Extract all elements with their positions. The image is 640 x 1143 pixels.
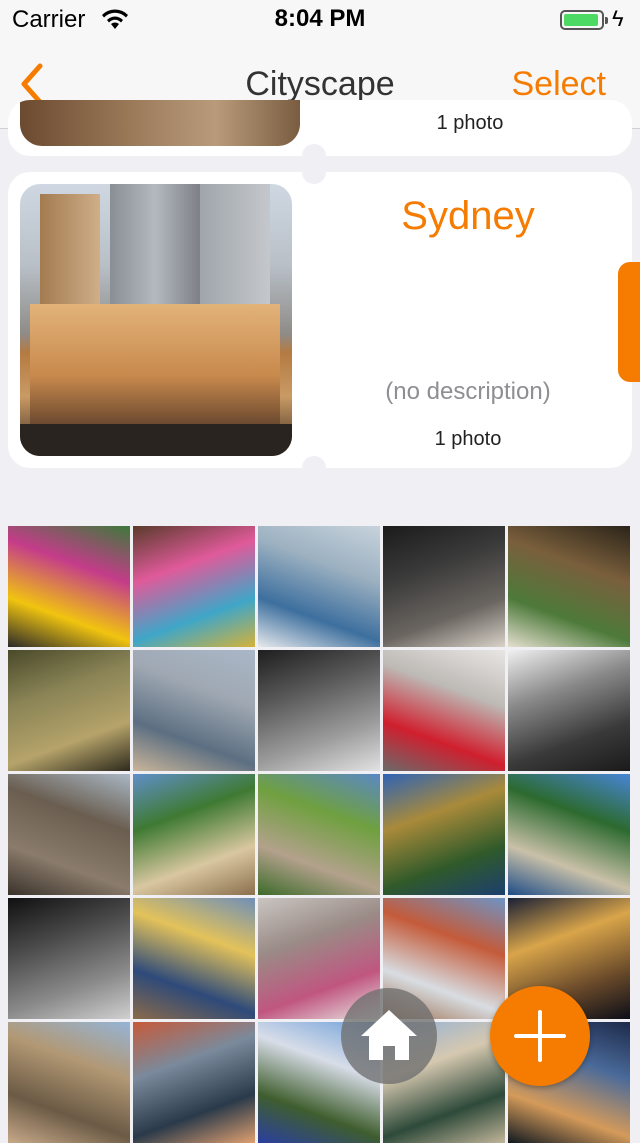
- photo-thumbnail[interactable]: [383, 774, 505, 895]
- album-card-sydney[interactable]: Sydney (no description) 1 photo: [8, 172, 632, 468]
- photo-thumbnail[interactable]: [383, 526, 505, 647]
- home-icon: [361, 1010, 417, 1060]
- photo-thumbnail[interactable]: [508, 526, 630, 647]
- photo-thumbnail[interactable]: [133, 774, 255, 895]
- album-cover-image: [20, 184, 292, 456]
- photo-thumbnail[interactable]: [8, 1022, 130, 1143]
- battery-icon: [560, 10, 608, 30]
- add-button[interactable]: [490, 986, 590, 1086]
- photo-thumbnail[interactable]: [133, 898, 255, 1019]
- photo-thumbnail[interactable]: [8, 898, 130, 1019]
- photo-thumbnail[interactable]: [258, 526, 380, 647]
- photo-thumbnail[interactable]: [133, 526, 255, 647]
- photo-thumbnail[interactable]: [258, 774, 380, 895]
- album-description: (no description): [385, 378, 551, 405]
- swipe-handle[interactable]: [618, 262, 640, 382]
- photo-thumbnail[interactable]: [8, 650, 130, 771]
- charging-bolt-icon: ϟ: [612, 6, 624, 31]
- album-name: Sydney: [401, 194, 535, 238]
- photo-thumbnail[interactable]: [133, 1022, 255, 1143]
- status-bar: Carrier 8:04 PM ϟ: [0, 0, 640, 40]
- photo-thumbnail[interactable]: [133, 650, 255, 771]
- photo-thumbnail[interactable]: [508, 774, 630, 895]
- clock: 8:04 PM: [274, 5, 366, 32]
- photo-thumbnail[interactable]: [383, 650, 505, 771]
- photo-thumbnail[interactable]: [8, 774, 130, 895]
- album-photo-count: 1 photo: [436, 112, 504, 134]
- album-photo-count: 1 photo: [434, 428, 502, 450]
- select-button[interactable]: Select: [512, 65, 607, 104]
- card-notch: [302, 456, 326, 480]
- photo-thumbnail[interactable]: [508, 650, 630, 771]
- card-notch: [302, 160, 326, 184]
- photo-thumbnail[interactable]: [8, 526, 130, 647]
- home-button[interactable]: [341, 988, 437, 1084]
- album-cover-thumbnail: [20, 100, 300, 146]
- photo-thumbnail[interactable]: [258, 650, 380, 771]
- plus-icon: [514, 1010, 566, 1062]
